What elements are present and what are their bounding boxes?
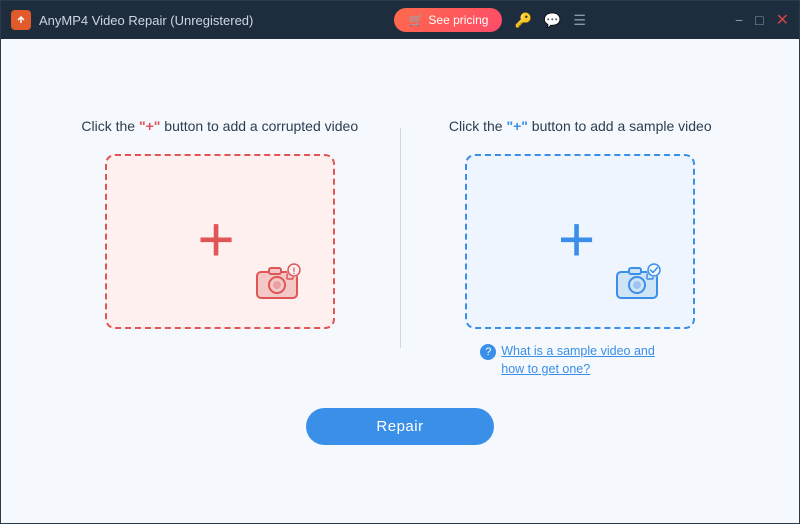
sample-panel-title: Click the "+" button to add a sample vid… xyxy=(449,117,712,137)
sample-add-icon: + xyxy=(558,207,595,271)
close-button[interactable]: ✕ xyxy=(776,10,789,30)
sample-camera-icon xyxy=(613,260,665,305)
maximize-button[interactable]: □ xyxy=(755,12,763,28)
key-icon[interactable]: 🔑 xyxy=(514,12,531,29)
sample-video-panel: Click the "+" button to add a sample vid… xyxy=(401,117,761,379)
sample-video-help-link[interactable]: ? What is a sample video and how to get … xyxy=(480,343,680,378)
cart-icon: 🛒 xyxy=(408,13,423,27)
corrupted-camera-icon: ! xyxy=(253,260,305,305)
window-controls: − □ ✕ xyxy=(735,10,789,30)
panels-container: Click the "+" button to add a corrupted … xyxy=(40,117,760,379)
sample-video-dropzone[interactable]: + xyxy=(465,154,695,329)
corrupted-video-panel: Click the "+" button to add a corrupted … xyxy=(40,117,400,330)
titlebar-center: 🛒 See pricing 🔑 💬 ☰ xyxy=(394,8,585,32)
chat-icon[interactable]: 💬 xyxy=(544,12,561,29)
main-content: Click the "+" button to add a corrupted … xyxy=(1,39,799,523)
app-icon xyxy=(11,10,31,30)
corrupted-panel-title: Click the "+" button to add a corrupted … xyxy=(81,117,358,137)
svg-text:!: ! xyxy=(292,266,295,276)
repair-button-container: Repair xyxy=(306,408,493,445)
titlebar: AnyMP4 Video Repair (Unregistered) 🛒 See… xyxy=(1,1,799,39)
app-window: AnyMP4 Video Repair (Unregistered) 🛒 See… xyxy=(0,0,800,524)
repair-button[interactable]: Repair xyxy=(306,408,493,445)
titlebar-left: AnyMP4 Video Repair (Unregistered) xyxy=(11,10,253,30)
corrupted-plus-label: "+" xyxy=(139,118,160,134)
corrupted-video-dropzone[interactable]: + xyxy=(105,154,335,329)
corrupted-add-icon: + xyxy=(197,207,234,271)
minimize-button[interactable]: − xyxy=(735,12,743,28)
sample-plus-label: "+" xyxy=(506,118,527,134)
menu-icon[interactable]: ☰ xyxy=(573,12,586,29)
help-icon: ? xyxy=(480,344,496,360)
app-title: AnyMP4 Video Repair (Unregistered) xyxy=(39,13,253,28)
see-pricing-button[interactable]: 🛒 See pricing xyxy=(394,8,502,32)
